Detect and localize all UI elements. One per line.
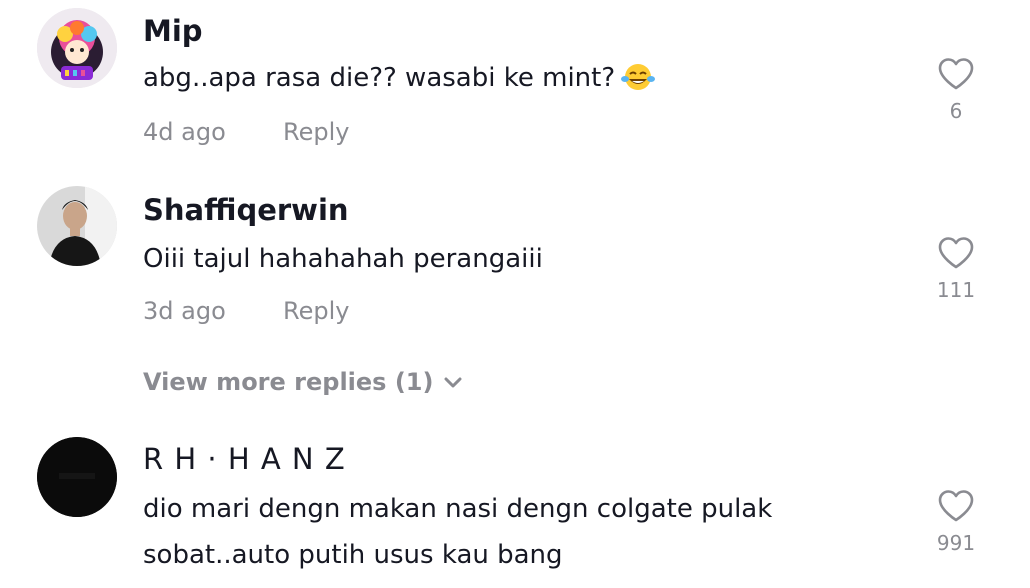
like-count: 991 — [936, 531, 976, 555]
reply-button[interactable]: Reply — [283, 297, 349, 325]
avatar-image — [37, 8, 117, 88]
comment-meta: 4d ago Reply — [143, 118, 349, 146]
heart-icon — [938, 490, 974, 522]
view-more-replies-label: View more replies (1) — [143, 368, 434, 396]
avatar[interactable] — [37, 437, 117, 517]
avatar[interactable] — [37, 186, 117, 266]
laughing-tears-emoji-icon — [621, 61, 656, 107]
comment-time: 4d ago — [143, 118, 226, 146]
like-button[interactable]: 6 — [930, 57, 982, 123]
avatar-image — [37, 186, 117, 266]
comment-time: 3d ago — [143, 297, 226, 325]
like-count: 111 — [936, 278, 976, 302]
like-count: 6 — [949, 99, 963, 123]
comment-text: dio mari dengn makan nasi dengn colgate … — [143, 494, 773, 570]
comment-text: abg..apa rasa die?? wasabi ke mint? — [143, 55, 903, 107]
heart-icon — [938, 58, 974, 90]
comment-meta: 3d ago Reply — [143, 297, 349, 325]
avatar-image — [37, 437, 117, 517]
comment-text: Oiii tajul hahahahah perangaiii — [143, 244, 543, 274]
like-button[interactable]: 991 — [930, 489, 982, 555]
comment-text-body: abg..apa rasa die?? wasabi ke mint? — [143, 63, 616, 93]
comment-username[interactable]: R H · H A N Z — [143, 442, 346, 476]
chevron-down-icon — [444, 377, 462, 388]
comment-username[interactable]: Mip — [143, 14, 203, 48]
avatar[interactable] — [37, 8, 117, 88]
comment-username[interactable]: Shaffiqerwin — [143, 193, 349, 227]
view-more-replies-button[interactable]: View more replies (1) — [143, 368, 463, 396]
like-button[interactable]: 111 — [930, 236, 982, 302]
reply-button[interactable]: Reply — [283, 118, 349, 146]
heart-icon — [938, 237, 974, 269]
